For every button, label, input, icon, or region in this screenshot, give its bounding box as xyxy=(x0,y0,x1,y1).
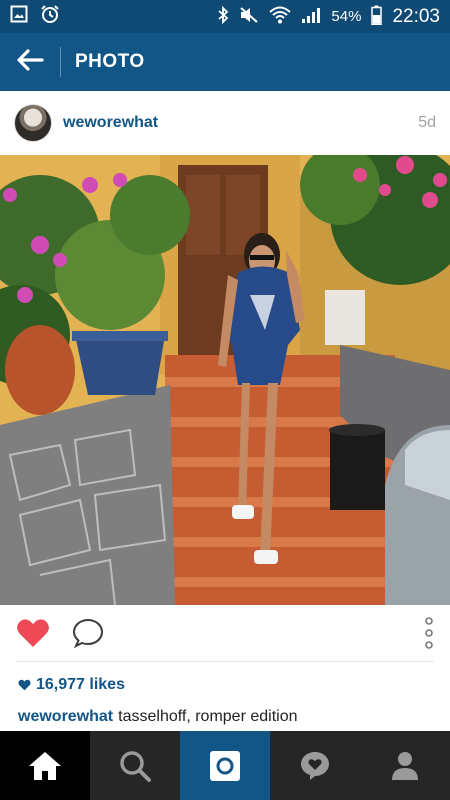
activity-icon xyxy=(301,751,329,780)
page-title: PHOTO xyxy=(75,51,145,72)
likes-text: 16,977 likes xyxy=(36,676,125,693)
tab-search[interactable] xyxy=(90,731,180,800)
battery-percent: 54% xyxy=(331,8,362,25)
back-button[interactable] xyxy=(0,33,60,91)
avatar[interactable] xyxy=(14,104,52,142)
status-bar: 54% 22:03 xyxy=(0,0,450,33)
app-bar: PHOTO xyxy=(0,33,450,91)
more-options-button[interactable] xyxy=(424,617,434,649)
caption-text: tasselhoff, romper edition xyxy=(118,708,298,725)
post-actions xyxy=(0,605,450,661)
wifi-icon xyxy=(269,6,292,28)
profile-icon xyxy=(392,751,418,780)
like-button[interactable] xyxy=(16,618,50,648)
alarm-icon xyxy=(40,4,60,29)
tab-home[interactable] xyxy=(0,731,90,800)
more-vertical-icon xyxy=(425,617,433,649)
arrow-left-icon xyxy=(16,48,44,76)
caption: weworewhat tasselhoff, romper edition xyxy=(18,708,298,726)
post-age: 5d xyxy=(418,114,436,131)
search-icon xyxy=(120,750,151,782)
comment-button[interactable] xyxy=(72,618,104,649)
likes-count[interactable]: 16,977 likes xyxy=(18,674,125,696)
bluetooth-icon xyxy=(217,5,229,28)
post-header: weworewhat 5d xyxy=(0,91,450,155)
photo-illustration xyxy=(0,155,450,605)
mute-icon xyxy=(239,6,259,28)
home-icon xyxy=(29,751,61,780)
tab-profile[interactable] xyxy=(360,731,450,800)
clock: 22:03 xyxy=(392,5,440,27)
camera-icon xyxy=(210,750,240,781)
signal-icon xyxy=(301,6,321,28)
battery-icon xyxy=(371,5,383,29)
post-photo[interactable] xyxy=(0,155,450,605)
app-bar-divider xyxy=(60,47,61,77)
tab-activity[interactable] xyxy=(270,731,360,800)
heart-icon xyxy=(17,619,49,647)
image-icon xyxy=(10,5,28,28)
tab-camera[interactable] xyxy=(180,731,270,800)
caption-username[interactable]: weworewhat xyxy=(18,708,113,725)
comment-icon xyxy=(72,618,104,649)
post-username[interactable]: weworewhat xyxy=(63,114,158,132)
actions-divider xyxy=(16,661,434,662)
bottom-nav xyxy=(0,731,450,800)
small-heart-icon xyxy=(18,679,31,691)
